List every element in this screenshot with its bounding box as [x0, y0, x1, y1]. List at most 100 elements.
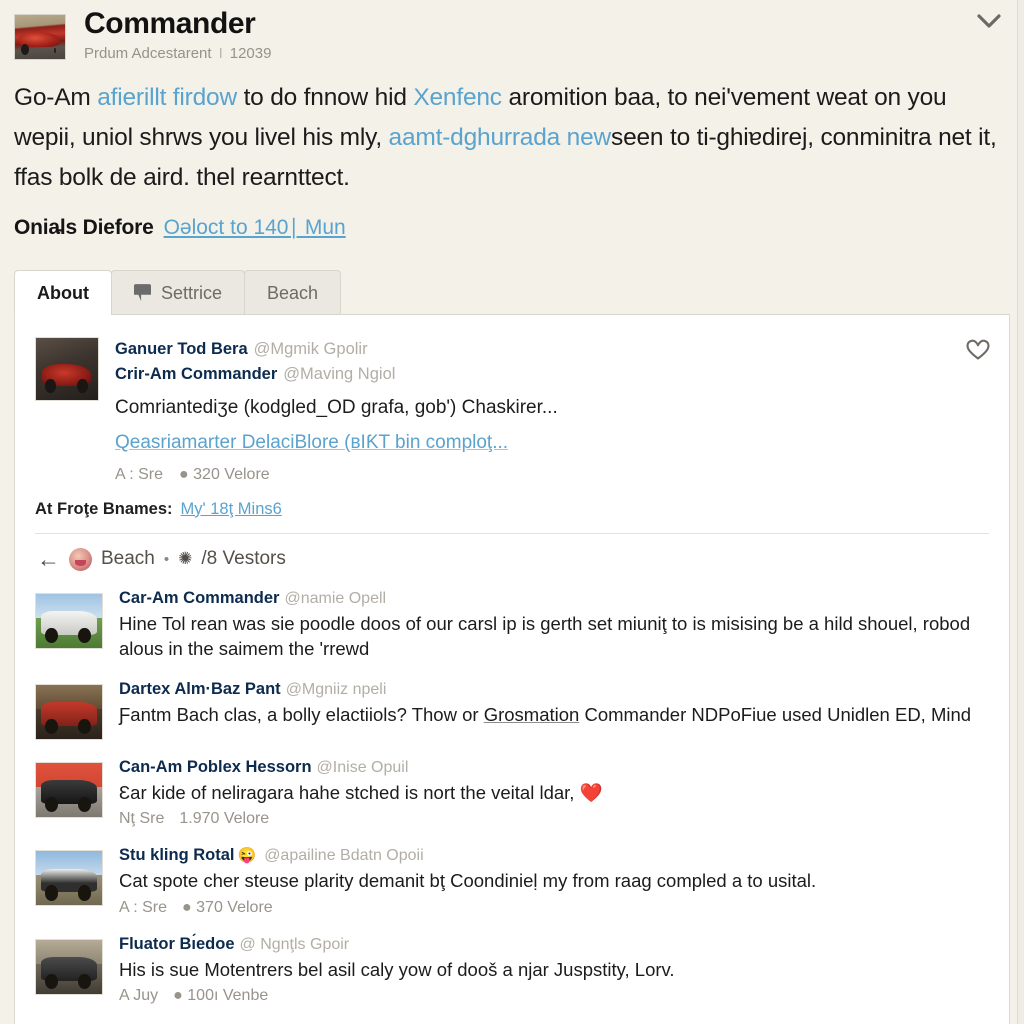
- list-item-text: Hine Tol rean was sie poodle doos of our…: [119, 612, 971, 660]
- list-item-text-body: Ɛar kide of neliragara hahe stched is no…: [119, 781, 580, 803]
- list-item-thumbnail[interactable]: [35, 683, 103, 740]
- flag-icon: [134, 284, 151, 301]
- list-item-handle: @apailine Bdatn Opoii: [264, 847, 424, 865]
- list-item-thumbnail[interactable]: [35, 761, 103, 818]
- list-item-handle: @Mgniiz npeli: [285, 680, 387, 698]
- list-item-handle: @Inise Opuil: [316, 758, 409, 776]
- list-item-meta-left: A : Sre: [119, 898, 168, 916]
- breadcrumb: ← Beach • ✺ /8 Vestors: [15, 534, 1009, 581]
- list-item-meta-right-group: ● 370 Velore: [182, 899, 273, 917]
- list-item-body: Fluator Bı́edoe @ Ngnţls Gpoir His is sue…: [119, 935, 989, 1006]
- featured-handle-1: @Mgmik Gpolir: [253, 339, 368, 358]
- list-item-text-underline[interactable]: Grosmation: [484, 704, 580, 725]
- tab-settrice-label: Settrice: [160, 282, 223, 303]
- pin-icon: ●: [182, 898, 192, 916]
- list-item[interactable]: Fluator Bı́edoe @ Ngnţls Gpoir His is sue…: [35, 927, 989, 1016]
- frote-link[interactable]: Myʹ 18ţ Mins6: [181, 500, 282, 519]
- featured-name-1[interactable]: Ganuer Tod Bera: [115, 340, 248, 358]
- featured-handle-2: @Maving Ngiol: [283, 365, 396, 384]
- list-item-text-post: Commander NDPoFiue used Unidlen ED, Mind: [579, 703, 972, 725]
- list-item-name-row: Stu kling Rotal 😜 @apailine Bdatn Opoii: [119, 846, 989, 865]
- breadcrumb-label[interactable]: Beach: [101, 548, 155, 570]
- featured-meta-left: A : Sre: [115, 465, 164, 483]
- featured-name-2[interactable]: Crir-Am Commander: [115, 365, 277, 383]
- featured-thumbnail[interactable]: [35, 336, 99, 401]
- list-item-thumbnail[interactable]: [35, 592, 103, 649]
- featured-line-2: Crir-Am Commander @Maving Ngiol: [115, 362, 989, 388]
- featured-meta: A : Sre ● 320 Velore: [115, 466, 989, 484]
- featured-link[interactable]: Qeasriamarter DelaciBlore (ʙIƘT bin comp…: [115, 429, 989, 457]
- list-item-meta-left: Nţ Sre: [119, 810, 165, 828]
- intro-text-b: to do fnnow hid: [236, 84, 414, 112]
- tab-bar: About Settrice Beach: [14, 269, 1010, 315]
- list-item[interactable]: Can-Am Poblex Hessorn @Inise Opuil Ɛar ki…: [35, 750, 989, 839]
- featured-line-1: Ganuer Tod Bera @Mgmik Gpolir: [115, 337, 989, 363]
- list-item-text-pre: Ƒantm Bach clas, a bolly elactiiols? Tho…: [119, 703, 484, 725]
- tongue-face-emoji-icon: 😜: [237, 847, 257, 865]
- list-item-body: Stu kling Rotal 😜 @apailine Bdatn Opoii Ca…: [119, 846, 989, 917]
- list-item-meta-right: 100ı Venbe: [187, 987, 269, 1005]
- list-item-name[interactable]: Dartex Alm·Baz Pant: [119, 680, 281, 698]
- list-item-body: Can-Am Poblex Hessorn @Inise Opuil Ɛar ki…: [119, 758, 989, 829]
- list-item-name-row: Car-Am Commander @namie Opell: [119, 589, 989, 608]
- back-arrow-icon[interactable]: ←: [37, 547, 60, 571]
- pin-icon: ●: [179, 465, 189, 483]
- list-item-name-row: Fluator Bı́edoe @ Ngnţls Gpoir: [119, 935, 989, 954]
- tab-settrice[interactable]: Settrice: [110, 269, 246, 314]
- list-item-meta: A Juy ● 100ı Venbe: [119, 987, 989, 1005]
- list-item-body: Car-Am Commander @namie Opell Hine Tol re…: [119, 589, 989, 662]
- header-subtitle-separator: I: [218, 45, 223, 63]
- list-item-name[interactable]: Stu kling Rotal: [119, 846, 235, 864]
- list-item-text: Cat spote cher steuse plarity demanit bţ…: [119, 870, 817, 892]
- tab-about-label: About: [37, 282, 89, 303]
- header-count: 12039: [229, 45, 272, 63]
- frote-row: At Froţe Bnames: Myʹ 18ţ Mins6: [15, 484, 1009, 533]
- featured-post: Ganuer Tod Bera @Mgmik Gpolir Crir-Am Com…: [15, 315, 1009, 484]
- frote-label: At Froţe Bnames:: [35, 499, 173, 518]
- subline-label: Onia̵ls Diefore: [14, 216, 154, 240]
- scrollbar-rail[interactable]: [1017, 0, 1024, 1024]
- list-item-meta-left: A Juy: [119, 987, 159, 1005]
- list-item-name[interactable]: Car-Am Commander: [119, 589, 279, 607]
- header-titles: Commander Prdum Adcestarent I 12039: [84, 7, 271, 62]
- list-item-meta: A : Sre ● 370 Velore: [119, 899, 989, 917]
- list-item[interactable]: Dartex Alm·Baz Pant @Mgniiz npeli Ƒantm B…: [35, 672, 989, 750]
- intro-paragraph: Go-Am afierillt firdow to do fnnow hid X…: [0, 62, 1024, 198]
- list-item[interactable]: Stu kling Rotal 😜 @apailine Bdatn Opoii Ca…: [35, 838, 989, 927]
- list-item-text: Ƒantm Bach clas, a bolly elactiiols? Tho…: [119, 702, 989, 728]
- chevron-down-icon[interactable]: [972, 6, 1006, 36]
- list-item-name[interactable]: Can-Am Poblex Hessorn: [119, 758, 312, 776]
- featured-body: Ganuer Tod Bera @Mgmik Gpolir Crir-Am Com…: [115, 337, 989, 484]
- list-item-name-row: Dartex Alm·Baz Pant @Mgniiz npeli: [119, 680, 989, 699]
- heart-emoji-icon: ❤️: [579, 781, 603, 803]
- pin-icon: ●: [173, 987, 183, 1005]
- heart-outline-icon[interactable]: [965, 337, 991, 366]
- list-item-body: Dartex Alm·Baz Pant @Mgniiz npeli Ƒantm B…: [119, 680, 989, 740]
- list-item-meta-right: 1.970 Velore: [179, 810, 270, 828]
- list-item-thumbnail[interactable]: [35, 850, 103, 907]
- list-item[interactable]: Car-Am Commander @namie Opell Hine Tol re…: [35, 581, 989, 672]
- intro-link-1[interactable]: afierillt firdow: [97, 84, 237, 111]
- feed-list: Car-Am Commander @namie Opell Hine Tol re…: [15, 581, 1009, 1024]
- tab-about[interactable]: About: [14, 269, 112, 315]
- featured-meta-right: 320 Velore: [193, 465, 270, 483]
- list-item-thumbnail[interactable]: [35, 938, 103, 995]
- intro-link-2[interactable]: Xenfenc: [413, 84, 502, 111]
- intro-text-a: Go-Am: [14, 84, 98, 112]
- tab-beach[interactable]: Beach: [244, 269, 342, 314]
- list-item-handle: @ Ngnţls Gpoir: [239, 935, 350, 953]
- featured-meta-right-group: ● 320 Velore: [179, 466, 270, 484]
- list-item-name-row: Can-Am Poblex Hessorn @Inise Opuil: [119, 758, 989, 777]
- intro-link-3[interactable]: aamt-dghurrada new: [389, 124, 612, 151]
- breadcrumb-dot: •: [163, 550, 170, 568]
- list-item-name[interactable]: Fluator Bı́edoe: [119, 935, 235, 953]
- header-thumbnail[interactable]: [14, 14, 66, 60]
- gear-icon[interactable]: ✺: [178, 549, 192, 569]
- page-title: Commander: [84, 7, 256, 40]
- header-subtitle: Prdum Adcestarent I 12039: [84, 45, 271, 62]
- page-header: Commander Prdum Adcestarent I 12039: [0, 0, 1024, 62]
- list-item-meta-right-group: ● 100ı Venbe: [173, 987, 268, 1005]
- subline-link[interactable]: Oəloct to 140∣ Mun: [164, 216, 346, 239]
- avatar-icon[interactable]: [69, 547, 92, 571]
- list-item-handle: @namie Opell: [284, 589, 387, 607]
